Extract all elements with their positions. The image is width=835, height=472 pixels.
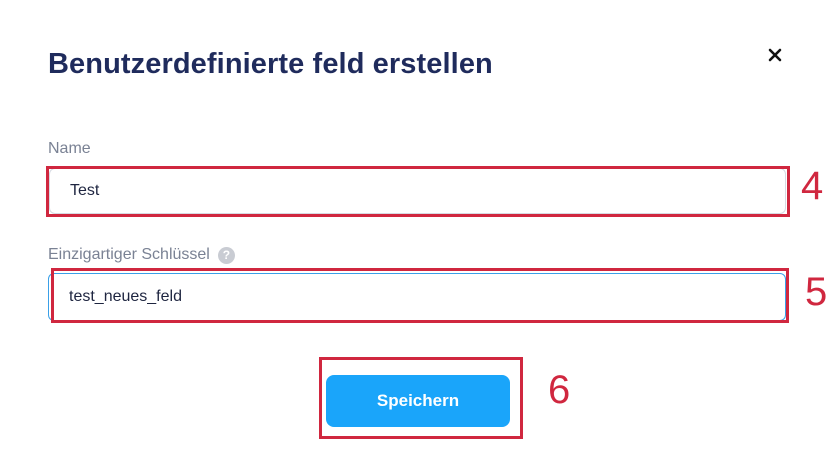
annotation-step-5: 5 bbox=[805, 270, 828, 314]
help-icon[interactable]: ? bbox=[217, 246, 235, 264]
unique-key-label: Einzigartiger Schlüssel bbox=[48, 246, 210, 263]
name-label: Name bbox=[48, 140, 91, 157]
save-button[interactable]: Speichern bbox=[326, 375, 510, 427]
annotation-step-6: 6 bbox=[548, 368, 571, 412]
name-input[interactable]: Test bbox=[49, 168, 786, 214]
unique-key-input-value: test_neues_feld bbox=[69, 288, 182, 305]
dialog-title: Benutzerdefinierte feld erstellen bbox=[48, 48, 493, 80]
close-icon bbox=[768, 48, 782, 62]
close-button[interactable] bbox=[762, 42, 788, 68]
unique-key-input[interactable]: test_neues_feld bbox=[48, 273, 786, 321]
name-input-value: Test bbox=[70, 182, 100, 199]
annotation-step-4: 4 bbox=[801, 164, 824, 208]
unique-key-label-row: Einzigartiger Schlüssel ? bbox=[48, 246, 235, 264]
create-custom-field-dialog: Benutzerdefinierte feld erstellen Name T… bbox=[0, 0, 835, 472]
